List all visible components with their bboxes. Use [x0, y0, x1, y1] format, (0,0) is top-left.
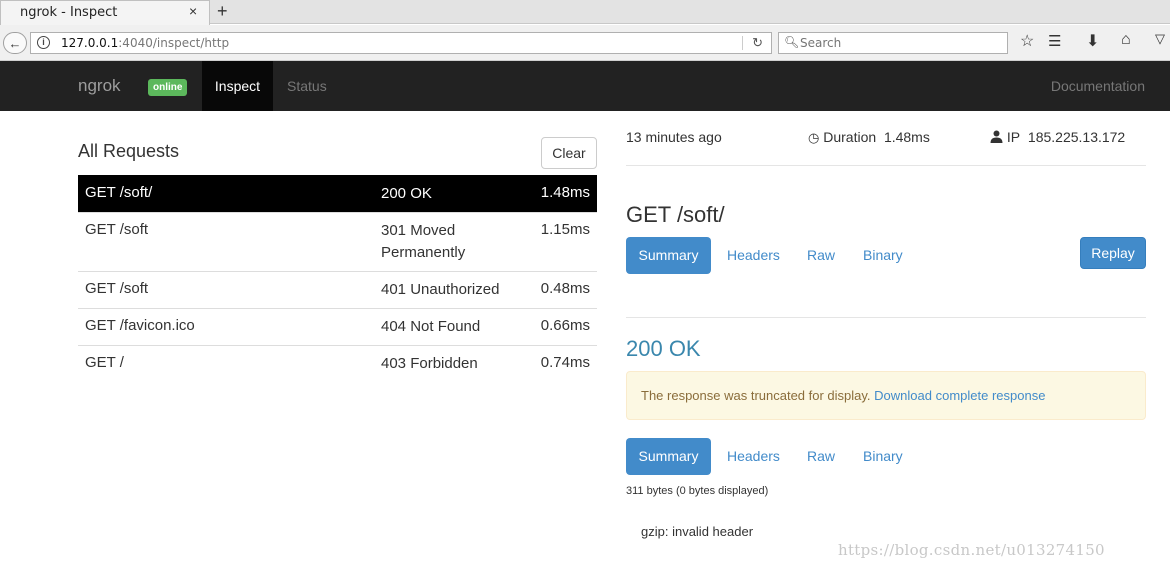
request-title: GET /soft/: [626, 202, 725, 227]
search-input[interactable]: [800, 36, 1000, 50]
tab-response-raw[interactable]: Raw: [807, 438, 835, 475]
request-ip-meta: IP 185.225.13.172: [990, 129, 1125, 145]
request-duration: 0.66ms: [540, 317, 590, 334]
warning-text: The response was truncated for display.: [641, 388, 875, 403]
url-text[interactable]: 127.0.0.1:4040/inspect/http: [61, 36, 229, 50]
bookmark-star-icon[interactable]: ☆: [1020, 31, 1034, 51]
nav-item-documentation[interactable]: Documentation: [1051, 61, 1145, 111]
request-path: GET /favicon.ico: [85, 317, 195, 334]
ip-label: IP: [1006, 129, 1021, 145]
tab-close-icon[interactable]: ×: [189, 3, 197, 19]
all-requests-heading: All Requests: [78, 141, 180, 161]
request-status: 404 Not Found: [381, 318, 481, 335]
url-divider: [742, 36, 743, 50]
nav-item-status[interactable]: Status: [287, 61, 327, 111]
table-row[interactable]: GET /soft/ 200 OK 1.48ms: [78, 175, 597, 212]
status-badge: online: [148, 79, 188, 96]
search-bar[interactable]: 🔍︎: [778, 32, 1008, 54]
reading-list-icon[interactable]: ☰: [1048, 32, 1061, 50]
request-duration-meta: ◷ Duration 1.48ms: [808, 129, 930, 146]
tab-response-headers[interactable]: Headers: [727, 438, 780, 475]
duration-label: Duration: [823, 129, 877, 145]
reload-icon[interactable]: ↻: [752, 35, 763, 51]
table-row[interactable]: GET / 403 Forbidden 0.74ms: [78, 345, 597, 382]
request-status: 401 Unauthorized: [381, 281, 500, 298]
tab-title: ngrok - Inspect: [20, 5, 118, 20]
user-icon: [990, 130, 1003, 143]
home-icon[interactable]: ⌂: [1121, 31, 1131, 49]
browser-tab[interactable]: ngrok - Inspect ×: [0, 0, 210, 25]
request-status: 403 Forbidden: [381, 355, 478, 372]
clock-icon: ◷: [808, 130, 820, 145]
url-path: :4040/inspect/http: [118, 36, 230, 50]
request-path: GET /soft/: [85, 184, 153, 201]
browser-tab-bar: ngrok - Inspect × +: [0, 0, 1170, 25]
tab-response-binary[interactable]: Binary: [863, 438, 903, 475]
tab-request-binary[interactable]: Binary: [863, 237, 903, 274]
request-path: GET /: [85, 354, 124, 371]
duration-value: 1.48ms: [883, 129, 930, 145]
back-arrow-icon: ←: [8, 35, 22, 51]
tab-response-summary[interactable]: Summary: [626, 438, 711, 475]
tab-request-summary[interactable]: Summary: [626, 237, 711, 274]
table-row[interactable]: GET /soft 301 Moved Permanently 1.15ms: [78, 212, 597, 271]
response-body: gzip: invalid header: [641, 524, 754, 539]
requests-table: GET /soft/ 200 OK 1.48ms GET /soft 301 M…: [78, 175, 597, 382]
app-navbar: ngrok online Inspect Status Documentatio…: [0, 61, 1170, 111]
request-duration: 1.15ms: [540, 221, 590, 238]
download-icon[interactable]: ⬇: [1086, 31, 1099, 51]
request-status: 301 Moved Permanently: [381, 222, 466, 261]
watermark: https://blog.csdn.net/u013274150: [838, 541, 1105, 559]
clear-button[interactable]: Clear: [541, 137, 597, 169]
request-duration: 1.48ms: [540, 184, 590, 201]
response-size: 311 bytes (0 bytes displayed): [626, 485, 769, 497]
new-tab-icon[interactable]: +: [217, 0, 228, 22]
brand-logo[interactable]: ngrok: [78, 76, 121, 96]
response-status-title: 200 OK: [626, 336, 701, 361]
request-time-ago: 13 minutes ago: [626, 129, 722, 145]
tab-request-headers[interactable]: Headers: [727, 237, 780, 274]
ip-value: 185.225.13.172: [1027, 129, 1126, 145]
search-icon: 🔍︎: [784, 35, 800, 49]
back-button[interactable]: ←: [3, 32, 27, 54]
replay-button[interactable]: Replay: [1080, 237, 1146, 269]
request-duration: 0.74ms: [540, 354, 590, 371]
request-status: 200 OK: [381, 185, 432, 202]
nav-item-inspect[interactable]: Inspect: [202, 61, 273, 111]
table-row[interactable]: GET /favicon.ico 404 Not Found 0.66ms: [78, 308, 597, 345]
info-icon[interactable]: i: [37, 36, 50, 49]
divider: [626, 165, 1146, 166]
divider: [626, 317, 1146, 318]
request-path: GET /soft: [85, 221, 149, 238]
address-bar[interactable]: i 127.0.0.1:4040/inspect/http ↻: [30, 32, 772, 54]
request-duration: 0.48ms: [540, 280, 590, 297]
browser-toolbar: ← i 127.0.0.1:4040/inspect/http ↻ 🔍︎: [0, 25, 1170, 61]
pocket-icon[interactable]: ▽: [1155, 31, 1165, 47]
truncation-warning: The response was truncated for display. …: [626, 371, 1146, 420]
request-path: GET /soft: [85, 280, 149, 297]
warning-message: The response was truncated for display. …: [641, 388, 1045, 403]
table-row[interactable]: GET /soft 401 Unauthorized 0.48ms: [78, 271, 597, 308]
download-response-link[interactable]: Download complete response: [874, 388, 1045, 403]
url-host: 127.0.0.1: [61, 36, 119, 50]
tab-request-raw[interactable]: Raw: [807, 237, 835, 274]
